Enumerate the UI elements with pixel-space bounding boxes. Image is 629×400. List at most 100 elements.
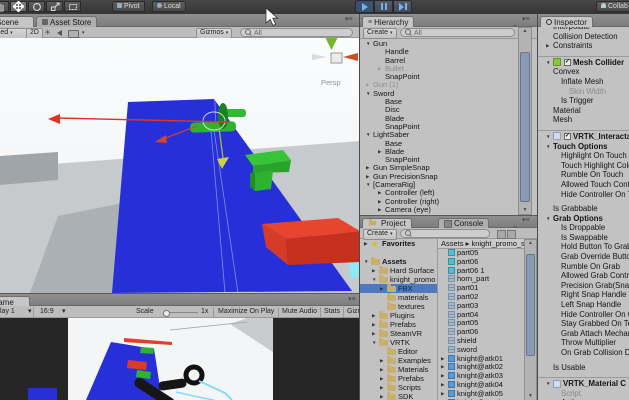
inspector-row[interactable]: ✓ (538, 51, 629, 57)
project-file-item[interactable]: horn_part (438, 275, 524, 284)
expand-arrow-icon[interactable]: ▼ (366, 181, 373, 189)
project-folder-item[interactable]: ▶ Favorites (360, 239, 437, 248)
scroll-down-icon[interactable]: ▼ (519, 207, 531, 214)
inspector-row[interactable]: ▶✓Constraints (538, 41, 629, 51)
project-file-item[interactable]: ▶ knight@atk03 (438, 372, 524, 381)
persp-label[interactable]: Persp (321, 78, 341, 87)
scroll-up-icon[interactable]: ▲ (525, 240, 536, 247)
project-folder-item[interactable]: textures (360, 302, 437, 311)
project-folder-item[interactable]: ▶ Scripts (360, 383, 437, 392)
project-file-item[interactable]: part01 (438, 284, 524, 293)
hierarchy-item[interactable]: ▶ Bullet (360, 65, 518, 73)
inspector-row[interactable]: ✓Is Usable (538, 363, 629, 373)
expand-arrow-icon[interactable]: ▶ (441, 355, 448, 364)
hierarchy-item[interactable]: ▶ Camera (eye) (360, 206, 518, 214)
inspector-row[interactable]: ✓Allowed Grab Controll (538, 271, 629, 281)
project-scrollbar[interactable]: ▲ ▼ (524, 239, 537, 400)
expand-arrow-icon[interactable]: ▶ (378, 198, 385, 206)
inspector-row[interactable]: ▼ ✓VRTK_Interactab (538, 132, 629, 142)
scale-slider-track[interactable] (170, 312, 198, 313)
inspector-row[interactable]: ✓Hide Controller On Gr (538, 310, 629, 320)
expand-arrow-icon[interactable]: ▼ (364, 257, 371, 266)
inspector-row[interactable]: ✓Stay Grabbed On Tele (538, 319, 629, 329)
project-folder-item[interactable]: Editor (360, 347, 437, 356)
project-folder-item[interactable]: materials (360, 293, 437, 302)
inspector-row[interactable]: ✓Skin Width (538, 87, 629, 97)
hierarchy-item[interactable]: Base (360, 140, 518, 148)
project-file-item[interactable]: part04 (438, 311, 524, 320)
panel-menu-icon[interactable]: ▾≡ (345, 16, 353, 23)
project-file-item[interactable]: ▶ knight@atk05 (438, 390, 524, 399)
pivot-toggle-button[interactable]: Pivot (112, 1, 145, 12)
scrollbar-thumb[interactable] (520, 52, 530, 202)
panel-menu-icon[interactable]: ▾≡ (522, 16, 530, 23)
move-tool-button[interactable] (10, 1, 27, 12)
foldout-arrow-icon[interactable]: ▼ (546, 58, 553, 68)
hierarchy-item[interactable]: Barrel (360, 57, 518, 65)
project-file-item[interactable]: part06 (438, 258, 524, 267)
inspector-row[interactable]: ✓Throw Multiplier (538, 338, 629, 348)
expand-arrow-icon[interactable]: ▶ (441, 372, 448, 381)
inspector-row[interactable]: ✓Mesh (538, 115, 629, 125)
play-button[interactable] (355, 0, 374, 13)
expand-arrow-icon[interactable]: ▶ (380, 356, 387, 365)
inspector-row[interactable]: ✓Left Snap Handle (538, 300, 629, 310)
hierarchy-item[interactable]: ▶ Controller (right) (360, 198, 518, 206)
scroll-down-icon[interactable]: ▼ (525, 393, 536, 400)
inspector-row[interactable]: ✓Highlight On Touch (538, 151, 629, 161)
project-folder-item[interactable]: ▶ Prefabs (360, 374, 437, 383)
tab-scene[interactable]: Scene (0, 16, 34, 27)
hierarchy-item[interactable]: SnapPoint (360, 73, 518, 81)
project-folder-item[interactable]: ▶ Prefabs (360, 320, 437, 329)
inspector-row[interactable]: ✓Is Droppable (538, 223, 629, 233)
expand-arrow-icon[interactable]: ▶ (378, 65, 385, 73)
audio-toggle-icon[interactable] (57, 30, 62, 36)
project-file-item[interactable]: part02 (438, 293, 524, 302)
expand-arrow-icon[interactable]: ▶ (441, 363, 448, 372)
inspector-row[interactable]: ✓Is Trigger (538, 96, 629, 106)
expand-arrow-icon[interactable]: ▶ (364, 239, 371, 248)
project-folder-item[interactable]: ▼ Assets (360, 257, 437, 266)
project-file-item[interactable]: part05 (438, 249, 524, 258)
inspector-row[interactable]: ✓Rumble On Touch (538, 170, 629, 180)
project-folder-item[interactable]: ▶ Plugins (360, 311, 437, 320)
expand-arrow-icon[interactable]: ▶ (366, 81, 373, 89)
foldout-arrow-icon[interactable]: ▶ (546, 41, 553, 51)
collab-button[interactable]: Collab (596, 1, 629, 12)
inspector-row[interactable]: ✓Convex (538, 67, 629, 77)
project-file-item[interactable]: part03 (438, 302, 524, 311)
hierarchy-item[interactable]: Disc (360, 106, 518, 114)
project-folder-item[interactable]: ▶ FBX (360, 284, 437, 293)
project-file-item[interactable]: ▶ knight@atk01 (438, 355, 524, 364)
inspector-row[interactable]: ✓Grab Override Button (538, 252, 629, 262)
inspector-row[interactable]: ✓Collision Detection (538, 32, 629, 42)
hierarchy-item[interactable]: ▼ Sword (360, 90, 518, 98)
hierarchy-item[interactable]: ▶ Gun SimpleSnap (360, 164, 518, 172)
scene-search-input[interactable]: All (240, 28, 353, 37)
expand-arrow-icon[interactable]: ▶ (372, 320, 379, 329)
hand-tool-button[interactable] (0, 1, 9, 12)
pause-button[interactable] (374, 0, 393, 13)
checkbox-checked-icon[interactable]: ✓ (564, 58, 571, 66)
inspector-row[interactable]: ✓ (538, 372, 629, 379)
inspector-row[interactable]: ✓On Grab Collision Del (538, 348, 629, 358)
hierarchy-item[interactable]: Blade (360, 115, 518, 123)
expand-arrow-icon[interactable]: ▶ (378, 189, 385, 197)
gizmo-z-cone[interactable] (312, 54, 327, 60)
inspector-row[interactable]: ▼✓Grab Options (538, 214, 629, 224)
project-folder-item[interactable]: ▶ SDK (360, 392, 437, 400)
inspector-row[interactable]: ✓Is Grabbable (538, 204, 629, 214)
project-file-item[interactable]: part06 1 (438, 267, 524, 276)
hierarchy-item[interactable]: ▶ Blade (360, 148, 518, 156)
hierarchy-item[interactable]: ▼ LightSaber (360, 131, 518, 139)
panel-menu-icon[interactable]: ▾≡ (522, 217, 530, 224)
hierarchy-item[interactable]: Base (360, 98, 518, 106)
hierarchy-item[interactable]: ▼ Gun (360, 40, 518, 48)
project-file-item[interactable]: part05 (438, 319, 524, 328)
expand-arrow-icon[interactable]: ▼ (372, 338, 379, 347)
inspector-row[interactable]: ✓Touch Highlight Color (538, 161, 629, 171)
project-file-item[interactable]: ▶ knight@atk02 (438, 363, 524, 372)
hierarchy-item[interactable]: SnapPoint (360, 123, 518, 131)
inspector-row[interactable]: ✓Allowed Touch Contro (538, 180, 629, 190)
expand-arrow-icon[interactable]: ▼ (366, 90, 373, 98)
